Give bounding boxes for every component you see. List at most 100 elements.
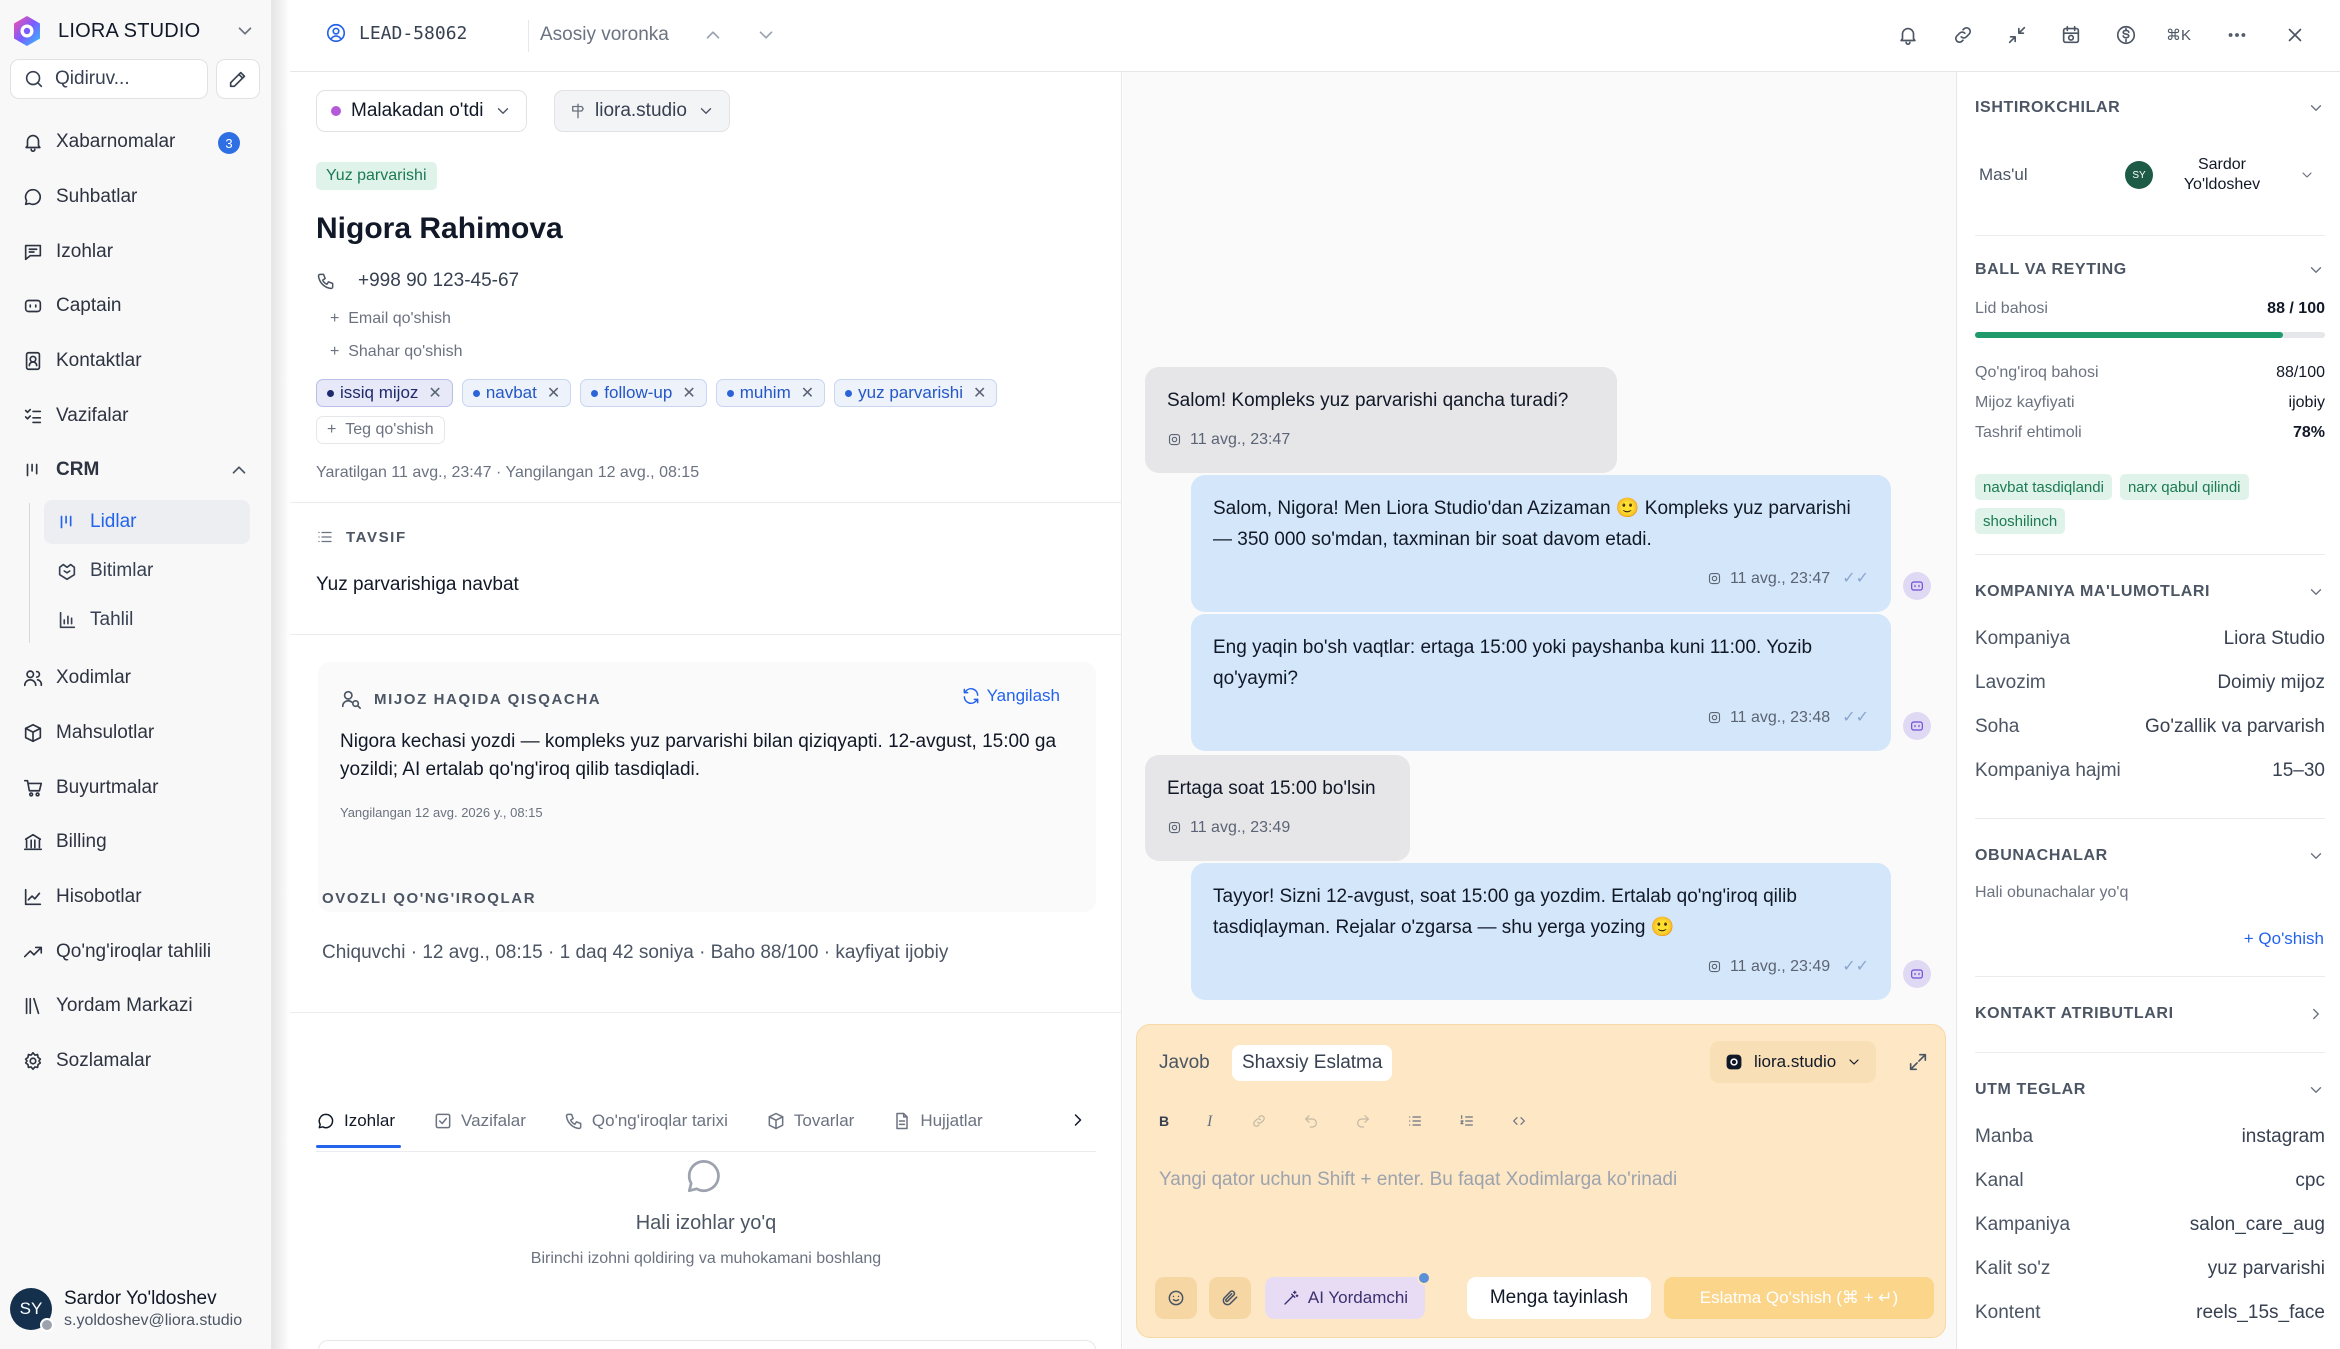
- current-user[interactable]: SY Sardor Yo'ldoshev s.yoldoshev@liora.s…: [10, 1280, 265, 1338]
- collapse-icon[interactable]: [2006, 24, 2028, 46]
- redo-icon[interactable]: [1355, 1113, 1371, 1129]
- emoji-button[interactable]: [1155, 1277, 1197, 1319]
- sidebar-item-contacts[interactable]: Kontaktlar: [10, 339, 262, 383]
- sidebar-item-captain[interactable]: Captain: [10, 284, 262, 328]
- remove-tag-icon[interactable]: ✕: [973, 383, 986, 403]
- sidebar-item-deals[interactable]: Bitimlar: [44, 549, 250, 593]
- ai-assistant-button[interactable]: AI Yordamchi: [1265, 1271, 1431, 1319]
- chevron-right-icon[interactable]: [1068, 1110, 1088, 1130]
- close-icon[interactable]: [2284, 24, 2306, 46]
- refresh-summary-button[interactable]: Yangilash: [961, 686, 1060, 706]
- remove-tag-icon[interactable]: ✕: [801, 383, 814, 403]
- sidebar-item-call-analytics[interactable]: Qo'ng'iroqlar tahlili: [10, 930, 262, 974]
- sidebar-item-orders[interactable]: Buyurtmalar: [10, 766, 262, 810]
- bullet-list-icon[interactable]: [1407, 1113, 1423, 1129]
- sidebar-item-settings[interactable]: Sozlamalar: [10, 1039, 262, 1083]
- workspace-switcher[interactable]: LIORA STUDIO: [10, 14, 260, 48]
- tab-call-history[interactable]: Qo'ng'iroqlar tarixi: [564, 1092, 728, 1150]
- tag-chip[interactable]: muhim ✕: [715, 379, 826, 407]
- tab-notes[interactable]: Izohlar: [316, 1092, 402, 1150]
- sidebar-item-billing[interactable]: Billing: [10, 820, 262, 864]
- description-text[interactable]: Yuz parvarishiga navbat: [316, 574, 519, 596]
- remove-tag-icon[interactable]: ✕: [547, 383, 560, 403]
- source-label: liora.studio: [595, 100, 687, 121]
- note-editor-card[interactable]: [318, 1340, 1096, 1349]
- currency-icon[interactable]: [2115, 24, 2137, 46]
- link-icon[interactable]: [1952, 24, 1974, 46]
- owner-select[interactable]: Mas'ul SY Sardor Yo'ldoshev: [1975, 150, 2325, 200]
- add-tag-button[interactable]: + Teg qo'shish: [316, 416, 445, 444]
- instagram-icon: [1726, 1054, 1742, 1070]
- call-row[interactable]: Chiquvchi · 12 avg., 08:15 · 1 daq 42 so…: [322, 942, 948, 964]
- score-header[interactable]: BALL VA REYTING: [1975, 258, 2325, 282]
- sidebar-item-staff[interactable]: Xodimlar: [10, 656, 262, 700]
- score-row: Mijoz kayfiyati ijobiy: [1975, 394, 2325, 412]
- search-input[interactable]: Qidiruv...: [10, 59, 208, 99]
- contact-attributes-header[interactable]: KONTAKT ATRIBUTLARI: [1975, 1002, 2325, 1026]
- remove-tag-icon[interactable]: ✕: [428, 383, 441, 403]
- attach-button[interactable]: [1209, 1277, 1251, 1319]
- note-input[interactable]: Yangi qator uchun Shift + enter. Bu faqa…: [1159, 1169, 1677, 1191]
- sidebar-item-notes[interactable]: Izohlar: [10, 230, 262, 274]
- sidebar-item-tasks[interactable]: Vazifalar: [10, 394, 262, 438]
- tab-tasks[interactable]: Vazifalar: [433, 1092, 526, 1150]
- participants-header[interactable]: ISHTIROKCHILAR: [1975, 96, 2325, 120]
- bell-icon: [25, 134, 41, 152]
- channel-select[interactable]: liora.studio: [1710, 1041, 1877, 1083]
- add-note-button[interactable]: Eslatma Qo'shish (⌘ + ↵): [1664, 1277, 1934, 1319]
- divider: [1975, 235, 2325, 236]
- compose-button[interactable]: [216, 59, 260, 99]
- calendar-clock-icon[interactable]: [2060, 24, 2082, 46]
- bell-icon[interactable]: [1897, 24, 1919, 46]
- avatar: SY: [10, 1288, 54, 1332]
- sidebar-item-help-center[interactable]: Yordam Markazi: [10, 984, 262, 1028]
- remove-tag-icon[interactable]: ✕: [682, 383, 695, 403]
- previous-lead-icon[interactable]: [702, 24, 724, 46]
- assign-to-me-button[interactable]: Menga tayinlash: [1467, 1277, 1651, 1319]
- row-key: Kompaniya hajmi: [1975, 760, 2121, 781]
- numbered-list-icon[interactable]: [1459, 1113, 1475, 1129]
- tag-chip[interactable]: follow-up ✕: [580, 379, 707, 407]
- row-key: Manba: [1975, 1126, 2034, 1147]
- more-icon[interactable]: [2226, 24, 2248, 46]
- status-dropdown[interactable]: Malakadan o'tdi: [316, 90, 527, 132]
- expand-icon[interactable]: [1907, 1051, 1929, 1073]
- add-subscriber-button[interactable]: + Qo'shish: [2244, 929, 2324, 949]
- subscribers-header[interactable]: OBUNACHALAR: [1975, 844, 2325, 868]
- add-email-button[interactable]: + Email qo'shish: [330, 310, 451, 328]
- sidebar-item-analysis[interactable]: Tahlil: [44, 598, 250, 642]
- tag-chip[interactable]: yuz parvarishi ✕: [834, 379, 998, 407]
- tab-documents[interactable]: Hujjatlar: [892, 1092, 983, 1150]
- italic-button[interactable]: I: [1207, 1113, 1212, 1131]
- sidebar-item-crm[interactable]: CRM: [10, 448, 262, 492]
- link-icon[interactable]: [1251, 1113, 1267, 1129]
- tag-chip[interactable]: issiq mijoz ✕: [316, 379, 453, 407]
- sidebar-item-notifications[interactable]: Xabarnomalar 3: [10, 120, 262, 164]
- command-palette-shortcut[interactable]: ⌘K: [2166, 26, 2191, 44]
- source-dropdown[interactable]: liora.studio: [554, 90, 730, 132]
- sidebar-item-leads[interactable]: Lidlar: [44, 500, 250, 544]
- phone-row[interactable]: +998 90 123-45-67: [316, 270, 519, 292]
- code-icon[interactable]: [1511, 1113, 1527, 1129]
- tab-products[interactable]: Tovarlar: [766, 1092, 854, 1150]
- undo-icon[interactable]: [1303, 1113, 1319, 1129]
- add-city-button[interactable]: + Shahar qo'shish: [330, 343, 462, 361]
- tab-reply[interactable]: Javob: [1149, 1045, 1220, 1081]
- score-tags: navbat tasdiqlandi narx qabul qilindi sh…: [1975, 474, 2325, 534]
- funnel-name[interactable]: Asosiy voronka: [540, 24, 669, 46]
- company-header[interactable]: KOMPANIYA MA'LUMOTLARI: [1975, 580, 2325, 604]
- tab-private-note[interactable]: Shaxsiy Eslatma: [1232, 1045, 1393, 1081]
- next-lead-icon[interactable]: [755, 24, 777, 46]
- lead-details: Malakadan o'tdi liora.studio Yuz parvari…: [290, 72, 1122, 1349]
- handshake-icon: [58, 563, 76, 581]
- divider: [1975, 976, 2325, 977]
- sidebar-item-reports[interactable]: Hisobotlar: [10, 875, 262, 919]
- bold-button[interactable]: B: [1159, 1113, 1169, 1129]
- owner-label: Mas'ul: [1979, 165, 2028, 184]
- tag-chip[interactable]: navbat ✕: [461, 379, 572, 407]
- chevron-up-icon: [232, 466, 246, 474]
- channel-icon: [1708, 572, 1721, 585]
- sidebar-item-products[interactable]: Mahsulotlar: [10, 711, 262, 755]
- sidebar-item-conversations[interactable]: Suhbatlar: [10, 175, 262, 219]
- utm-header[interactable]: UTM TEGLAR: [1975, 1078, 2325, 1102]
